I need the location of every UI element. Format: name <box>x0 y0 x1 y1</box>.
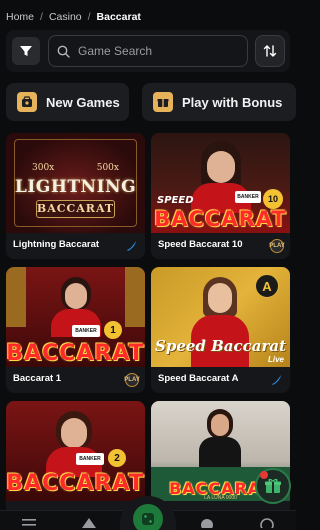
category-label: Play with Bonus <box>182 94 283 110</box>
search-icon <box>57 45 70 58</box>
thumb-text: BACCARAT <box>154 207 287 231</box>
game-thumbnail: BANKER 2 BACCARAT <box>6 401 145 501</box>
new-games-icon <box>17 92 37 112</box>
thumb-text: BACCARAT <box>36 202 115 215</box>
thumb-text: Live <box>267 355 284 364</box>
pragmatic-icon: PLAY <box>124 373 140 387</box>
category-play-with-bonus-button[interactable]: Play with Bonus <box>142 83 296 121</box>
category-new-games-button[interactable]: New Games <box>6 83 129 121</box>
game-card-lightning-baccarat[interactable]: 300x 500x LIGHTNING BACCARAT Lightning B… <box>6 133 145 259</box>
game-title: Lightning Baccarat <box>13 239 100 250</box>
menu-icon[interactable] <box>22 518 36 528</box>
breadcrumb-current: Baccarat <box>96 11 141 23</box>
banker-label: BANKER <box>76 453 104 465</box>
banker-label: BANKER <box>72 325 100 337</box>
sort-button[interactable] <box>255 35 285 67</box>
breadcrumb-separator: / <box>40 11 43 23</box>
game-title: Speed Baccarat A <box>158 373 239 384</box>
thumb-text: 300x <box>32 163 55 173</box>
notification-dot <box>260 471 268 479</box>
profile-icon[interactable] <box>260 518 274 528</box>
thumb-text: Speed Baccarat <box>155 337 287 355</box>
table-number-badge: 1 <box>104 321 122 339</box>
sort-icon <box>263 45 277 57</box>
thumb-text: LIGHTNING <box>14 177 137 197</box>
banker-label: BANKER <box>235 191 261 203</box>
game-card-speed-baccarat-10[interactable]: SPEED BANKER 10 BACCARAT Speed Baccarat … <box>151 133 290 259</box>
game-title: Speed Baccarat 10 <box>158 239 243 250</box>
dice-icon <box>133 504 163 530</box>
sports-icon[interactable] <box>200 518 214 528</box>
bonus-gift-button[interactable] <box>255 468 291 504</box>
game-thumbnail: 300x 500x LIGHTNING BACCARAT <box>6 133 145 233</box>
search-field[interactable] <box>48 35 248 67</box>
casino-icon[interactable] <box>82 518 96 528</box>
game-thumbnail: BANKER 1 BACCARAT <box>6 267 145 367</box>
breadcrumb-casino[interactable]: Casino <box>49 11 82 23</box>
category-row: New Games Play with Bonus <box>6 83 296 121</box>
game-title: Baccarat 1 <box>13 373 62 384</box>
game-card-baccarat-luna[interactable]: BACCARAT LA LUNA 0000 <box>151 401 290 527</box>
evolution-icon <box>270 373 284 387</box>
gift-icon <box>153 92 173 112</box>
table-number-badge: 10 <box>263 189 283 209</box>
game-card-baccarat-1[interactable]: BANKER 1 BACCARAT Baccarat 1 PLAY <box>6 267 145 393</box>
pragmatic-icon: PLAY <box>269 239 285 253</box>
thumb-text: BACCARAT <box>6 471 145 496</box>
filter-icon <box>20 46 32 56</box>
evolution-icon <box>125 239 139 253</box>
filter-button[interactable] <box>12 37 40 65</box>
breadcrumb-separator: / <box>87 11 91 23</box>
category-label: New Games <box>46 94 120 110</box>
breadcrumb: Home / Casino / Baccarat <box>6 11 141 23</box>
thumb-text: BACCARAT <box>6 341 145 366</box>
search-toolbar <box>6 30 290 72</box>
breadcrumb-home[interactable]: Home <box>6 11 34 23</box>
table-number-badge: 2 <box>108 449 126 467</box>
game-card-speed-baccarat-a[interactable]: A Speed Baccarat Live Speed Baccarat A <box>151 267 290 393</box>
gift-icon <box>265 478 281 493</box>
thumb-text: 500x <box>96 163 119 173</box>
search-input[interactable] <box>78 44 228 58</box>
game-thumbnail: SPEED BANKER 10 BACCARAT <box>151 133 290 233</box>
game-thumbnail: A Speed Baccarat Live <box>151 267 290 367</box>
thumb-text: SPEED <box>157 195 194 206</box>
table-letter-badge: A <box>255 274 279 298</box>
